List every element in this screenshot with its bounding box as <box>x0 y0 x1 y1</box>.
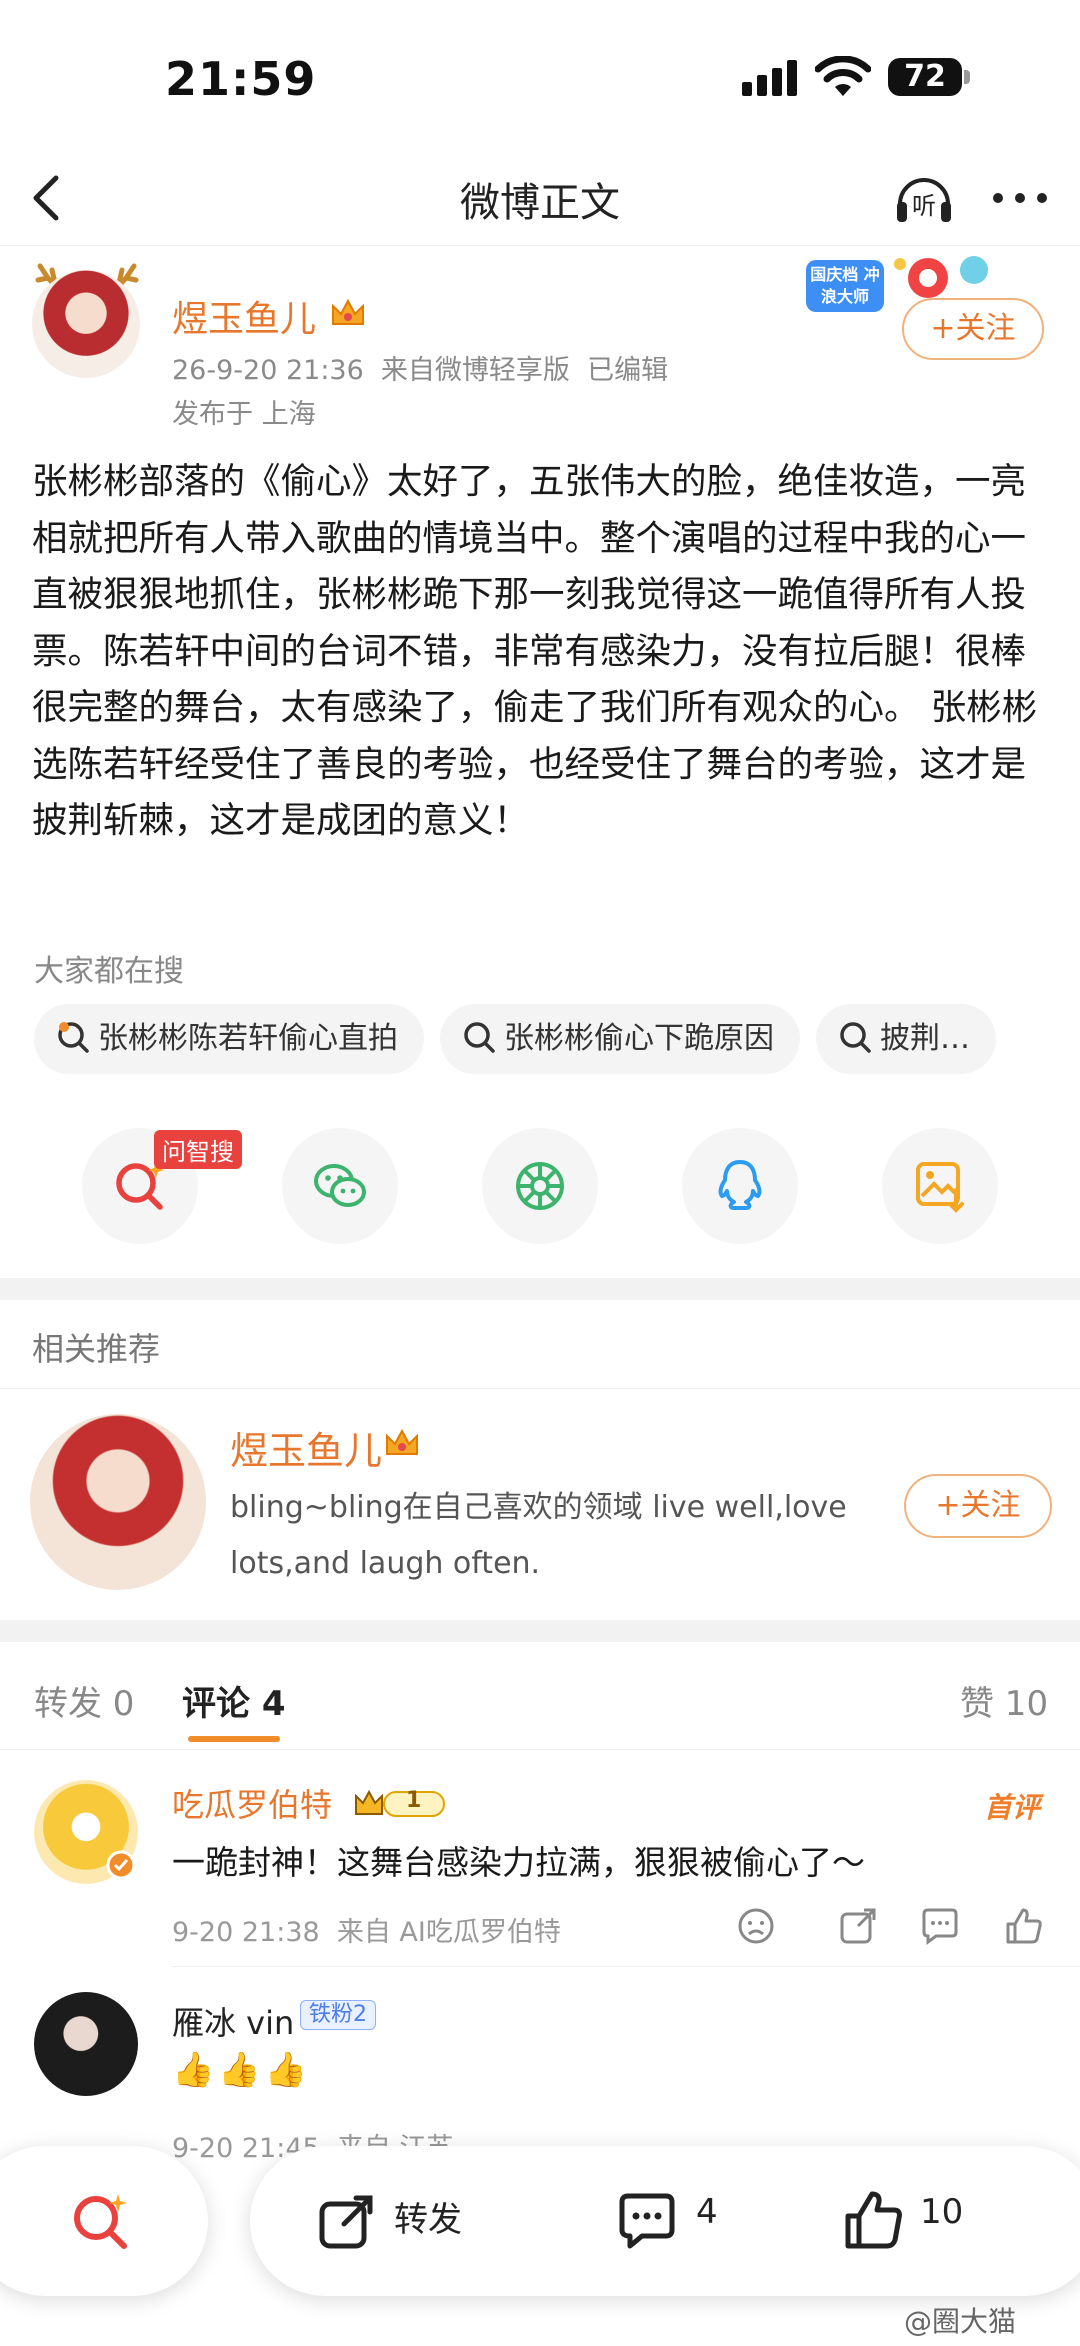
wifi-icon <box>815 56 871 96</box>
bottom-search-button[interactable] <box>0 2146 208 2296</box>
search-chip-label: 张彬彬偷心下跪原因 <box>504 1021 774 1056</box>
related-title: 相关推荐 <box>32 1330 161 1368</box>
search-chip-list: 张彬彬陈若轩偷心直拍 张彬彬偷心下跪原因 披荆… <box>34 1004 1074 1076</box>
bottom-like-count[interactable]: 10 <box>920 2192 963 2232</box>
follow-button[interactable]: +关注 <box>902 298 1044 360</box>
watermark: @圈大猫 <box>904 2305 1017 2338</box>
bottom-action-bar: 转发 4 10 <box>250 2146 1080 2296</box>
related-follow-button[interactable]: +关注 <box>904 1474 1052 1538</box>
moments-icon <box>516 1162 564 1210</box>
more-icon[interactable] <box>990 178 1050 218</box>
search-chip[interactable]: 披荆… <box>816 1004 996 1074</box>
comment-meta: 9-20 21:38 来自 AI吃瓜罗伯特 <box>172 1917 561 1948</box>
verified-icon <box>106 1850 136 1880</box>
hot-search-icon <box>58 1021 89 1053</box>
wechat-icon <box>314 1164 366 1207</box>
battery-tip <box>964 70 970 84</box>
tab-repost[interactable]: 转发 0 <box>34 1676 134 1725</box>
post-meta: 26-9-20 21:36 来自微博轻享版 已编辑 <box>172 355 669 386</box>
post-location: 发布于 上海 <box>172 399 316 430</box>
comment-icon[interactable] <box>920 1906 960 1946</box>
section-divider <box>0 1620 1080 1642</box>
tab-like[interactable]: 赞 10 <box>960 1676 1048 1725</box>
comment-text: 👍👍👍 <box>172 2050 312 2090</box>
related-user-name[interactable]: 煜玉鱼儿 <box>230 1420 382 1475</box>
related-avatar[interactable] <box>30 1414 206 1590</box>
related-user-desc: bling~bling在自己喜欢的领域 live well,love lots,… <box>230 1490 847 1581</box>
like-icon[interactable] <box>842 2188 906 2252</box>
share-moments-button[interactable] <box>482 1128 598 1244</box>
comment-icon[interactable] <box>616 2190 678 2252</box>
like-icon[interactable] <box>1004 1906 1044 1946</box>
first-comment-badge: 首评 <box>984 1791 1041 1824</box>
share-wechat-button[interactable] <box>282 1128 398 1244</box>
search-chip-label: 张彬彬陈若轩偷心直拍 <box>98 1021 398 1056</box>
vip-badge: 1 <box>352 1786 448 1824</box>
status-bar: 21:59 72 <box>0 0 1080 150</box>
author-avatar[interactable] <box>32 270 140 378</box>
section-divider <box>0 1278 1080 1300</box>
search-chip[interactable]: 张彬彬陈若轩偷心直拍 <box>34 1004 424 1074</box>
commenter-avatar[interactable] <box>34 1992 138 2096</box>
search-icon <box>464 1021 495 1053</box>
battery-level: 72 <box>888 58 962 96</box>
bottom-comment-count[interactable]: 4 <box>696 2192 718 2232</box>
active-tab-indicator <box>188 1736 280 1742</box>
vip-crown-icon <box>355 1789 445 1817</box>
status-time: 21:59 <box>165 52 317 106</box>
qq-icon <box>718 1160 762 1210</box>
dislike-face-icon[interactable] <box>736 1906 776 1946</box>
ai-search-tag: 问智搜 <box>154 1130 242 1169</box>
commenter-name[interactable]: 雁冰 vin <box>172 1998 294 2044</box>
signal-icon <box>742 60 797 96</box>
comment-divider <box>172 1966 1080 1967</box>
search-suggestions-title: 大家都在搜 <box>34 954 184 989</box>
share-qq-button[interactable] <box>682 1128 798 1244</box>
ai-search-icon <box>74 2194 127 2249</box>
post-body: 张彬彬部落的《偷心》太好了，五张伟大的脸，绝佳妆造，一亮相就把所有人带入歌曲的情… <box>32 461 1038 841</box>
comment-text: 一跪封神！这舞台感染力拉满，狠狠被偷心了～ <box>172 1843 865 1882</box>
search-chip[interactable]: 张彬彬偷心下跪原因 <box>440 1004 800 1074</box>
headphones-icon: 听 <box>897 178 951 222</box>
tab-comment[interactable]: 评论 4 <box>182 1676 286 1725</box>
save-image-button[interactable] <box>882 1128 998 1244</box>
interaction-tabs: 转发 0 评论 4 赞 10 <box>0 1650 1080 1750</box>
save-image-icon <box>916 1162 964 1213</box>
crown-icon <box>386 1428 418 1455</box>
crown-icon <box>332 298 364 325</box>
repost-icon[interactable] <box>316 2192 376 2252</box>
search-chip-label: 披荆… <box>880 1021 970 1056</box>
listen-label: 听 <box>912 192 936 220</box>
bottom-repost-label[interactable]: 转发 <box>394 2192 462 2241</box>
vip-level: 1 <box>406 1788 422 1813</box>
commenter-name[interactable]: 吃瓜罗伯特 <box>172 1780 332 1826</box>
comment-actions <box>736 1906 1056 1950</box>
author-name[interactable]: 煜玉鱼儿 <box>172 290 316 342</box>
search-icon <box>840 1021 871 1053</box>
repost-icon[interactable] <box>838 1906 878 1946</box>
listen-button[interactable]: 听 <box>892 166 956 230</box>
nav-bar: 微博正文 听 <box>0 150 1080 246</box>
divider <box>0 1388 1080 1389</box>
fan-badge: 铁粉2 <box>300 2000 376 2030</box>
activity-badge-text: 国庆档 冲浪大师 <box>810 265 880 306</box>
